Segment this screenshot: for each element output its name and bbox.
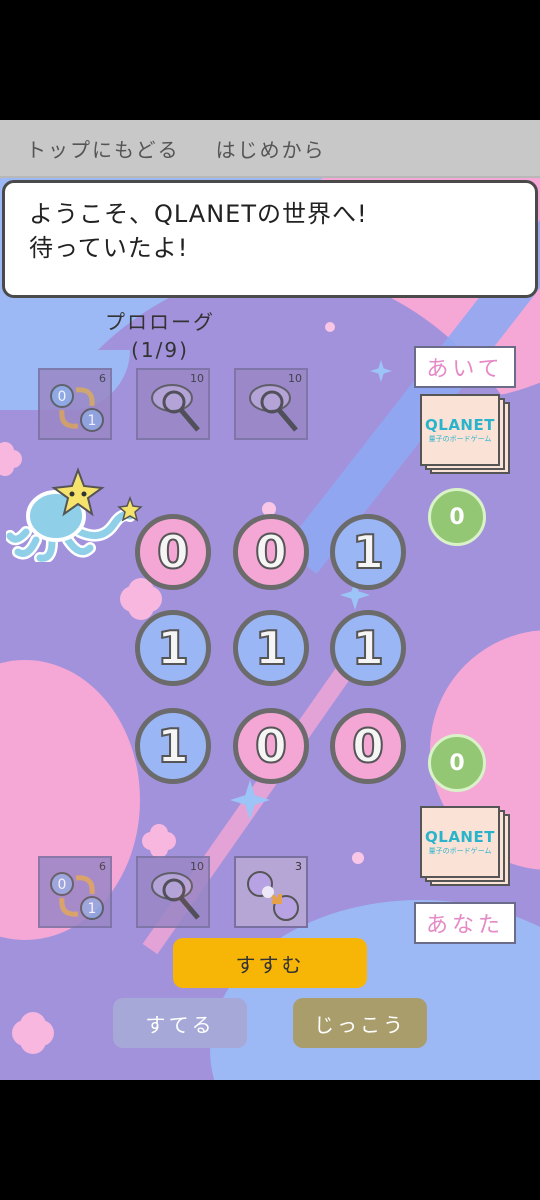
run-button[interactable]: じっこう xyxy=(293,998,427,1048)
swap-icon: 0 1 xyxy=(50,872,104,920)
qubit-cell[interactable]: 0 xyxy=(330,708,406,784)
stage-label: プロローグ (1/9) xyxy=(100,308,220,364)
stage-name: プロローグ xyxy=(105,310,215,334)
discard-button[interactable]: すてる xyxy=(113,998,247,1048)
player-label: あなた xyxy=(414,902,516,944)
qubit-cell[interactable]: 0 xyxy=(135,514,211,590)
player-score: 0 xyxy=(428,734,486,792)
octopus-mascot-icon xyxy=(6,467,143,562)
opponent-skill-swap: 6 0 1 xyxy=(38,368,112,440)
player-skill-measure[interactable]: 10 xyxy=(136,856,210,928)
opponent-label: あいて xyxy=(414,346,516,388)
swap-icon: 0 1 xyxy=(50,384,104,432)
opponent-skill-measure: 10 xyxy=(136,368,210,440)
qlanet-subtitle: 量子のボードゲーム xyxy=(428,847,492,855)
flower-icon xyxy=(128,586,154,612)
qubit-cell[interactable]: 1 xyxy=(233,610,309,686)
qubit-cell[interactable]: 1 xyxy=(135,708,211,784)
dialog-box[interactable]: ようこそ、QLANETの世界へ! 待っていたよ! xyxy=(2,180,538,298)
dialog-line-1: ようこそ、QLANETの世界へ! xyxy=(29,200,368,228)
player-skill-swap[interactable]: 6 0 1 xyxy=(38,856,112,928)
next-button[interactable]: すすむ xyxy=(173,938,367,988)
player-skill-exchange[interactable]: 3 xyxy=(234,856,308,928)
magnifier-icon xyxy=(151,384,200,432)
qubit-cell[interactable]: 1 xyxy=(330,514,406,590)
exchange-icon xyxy=(247,871,299,921)
dot xyxy=(352,852,364,864)
opponent-skill-measure: 10 xyxy=(234,368,308,440)
magnifier-icon xyxy=(151,872,200,920)
deck-card-top: QLANET 量子のボードゲーム xyxy=(420,394,500,466)
top-bar: トップにもどる はじめから xyxy=(0,120,540,178)
back-to-top-link[interactable]: トップにもどる xyxy=(26,134,180,163)
svg-text:1: 1 xyxy=(88,901,97,917)
restart-link[interactable]: はじめから xyxy=(216,134,326,163)
deck-card-top: QLANET 量子のボードゲーム xyxy=(420,806,500,878)
player-deck[interactable]: QLANET 量子のボードゲーム xyxy=(420,806,512,888)
opponent-score: 0 xyxy=(428,488,486,546)
qubit-cell[interactable]: 1 xyxy=(330,610,406,686)
qubit-cell[interactable]: 0 xyxy=(233,708,309,784)
svg-text:0: 0 xyxy=(58,389,67,405)
dot xyxy=(325,322,335,332)
qlanet-subtitle: 量子のボードゲーム xyxy=(428,435,492,443)
game-screen: トップにもどる はじめから ようこそ、QLANETの世界へ! 待っていたよ! プ… xyxy=(0,120,540,1080)
qlanet-logo: QLANET xyxy=(425,828,495,846)
opponent-deck: QLANET 量子のボードゲーム xyxy=(420,394,512,476)
qubit-cell[interactable]: 1 xyxy=(135,610,211,686)
flower-icon xyxy=(20,1020,46,1046)
flower-icon xyxy=(150,832,168,850)
svg-text:1: 1 xyxy=(88,413,97,429)
magnifier-icon xyxy=(249,384,298,432)
qubit-cell[interactable]: 0 xyxy=(233,514,309,590)
stage-progress: (1/9) xyxy=(131,338,189,362)
qlanet-logo: QLANET xyxy=(425,416,495,434)
dialog-line-2: 待っていたよ! xyxy=(29,234,189,262)
svg-text:0: 0 xyxy=(58,877,67,893)
